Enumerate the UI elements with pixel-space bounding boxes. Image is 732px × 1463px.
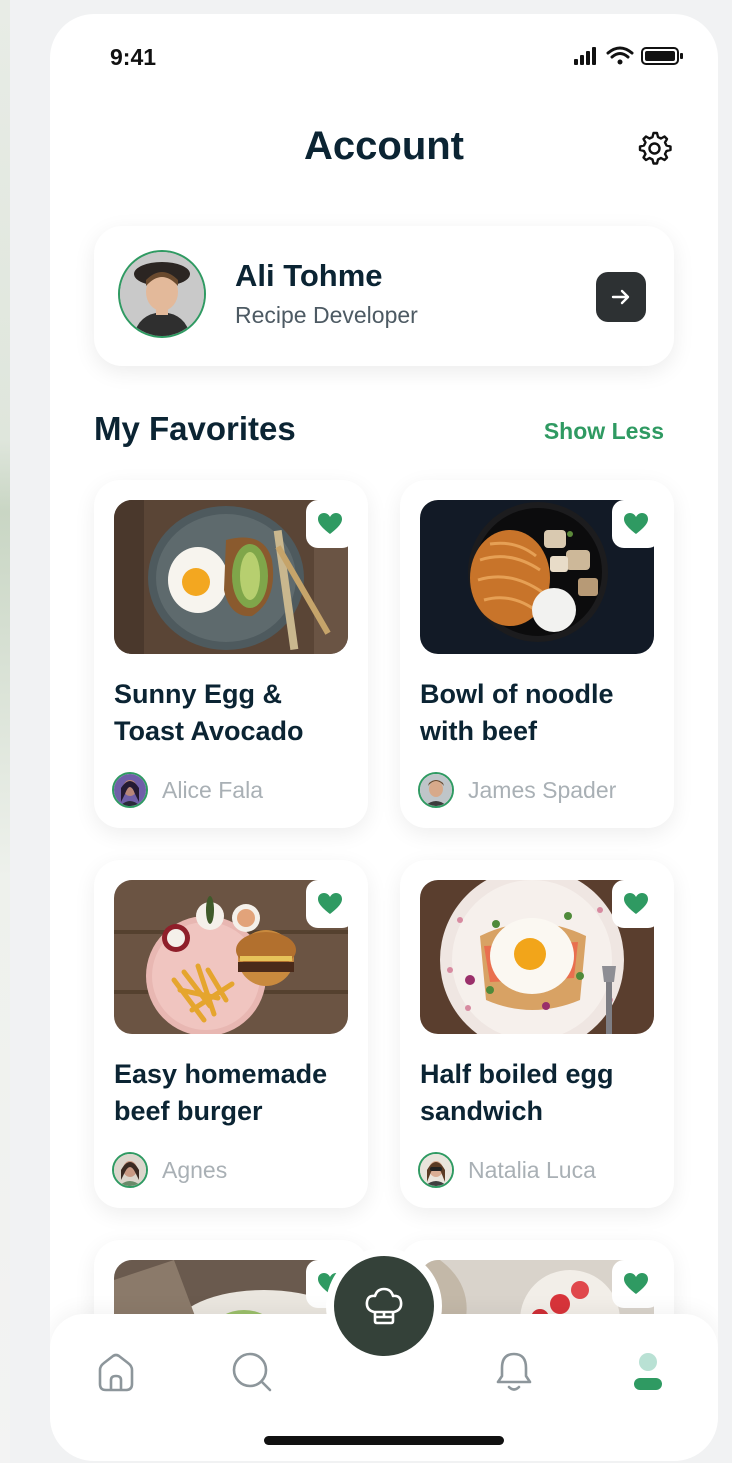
profile-card[interactable]: Ali Tohme Recipe Developer: [94, 226, 674, 366]
recipe-card[interactable]: Easy homemade beef burger Agnes: [94, 860, 368, 1208]
settings-button[interactable]: [634, 128, 674, 168]
heart-icon: [318, 893, 342, 914]
gear-icon: [638, 131, 672, 165]
profile-icon: [634, 1353, 662, 1390]
create-recipe-button[interactable]: [326, 1248, 442, 1364]
recipe-card[interactable]: Sunny Egg & Toast Avocado Alice Fala: [94, 480, 368, 828]
author[interactable]: Natalia Luca: [418, 1150, 596, 1190]
chef-hat-icon: [365, 1287, 403, 1325]
author-avatar: [418, 772, 454, 808]
nav-profile[interactable]: [626, 1350, 670, 1394]
battery-icon: [641, 47, 683, 65]
favorite-button[interactable]: [306, 880, 354, 928]
page-title: Account: [304, 124, 464, 168]
author[interactable]: Alice Fala: [112, 770, 263, 810]
favorite-button[interactable]: [612, 500, 660, 548]
status-time: 9:41: [110, 44, 157, 70]
profile-name: Ali Tohme: [235, 258, 383, 293]
author-name: Alice Fala: [162, 776, 263, 803]
favorite-button[interactable]: [612, 880, 660, 928]
author[interactable]: Agnes: [112, 1150, 227, 1190]
heart-icon: [624, 1273, 648, 1294]
recipe-title: Sunny Egg & Toast Avocado: [114, 679, 304, 746]
author-avatar: [418, 1152, 454, 1188]
recipe-card[interactable]: Half boiled egg sandwich Natalia Luca: [400, 860, 674, 1208]
author-name: Natalia Luca: [468, 1156, 596, 1183]
home-indicator: [264, 1436, 504, 1445]
heart-icon: [318, 513, 342, 534]
recipe-title: Bowl of noodle with beef: [420, 679, 614, 746]
status-icons: [574, 46, 683, 65]
profile-role: Recipe Developer: [235, 302, 418, 328]
nav-home[interactable]: [94, 1350, 138, 1394]
recipe-card[interactable]: Bowl of noodle with beef James Spader: [400, 480, 674, 828]
recipe-title: Easy homemade beef burger: [114, 1059, 328, 1126]
bell-icon: [496, 1352, 532, 1391]
section-title: My Favorites: [94, 410, 296, 447]
phone-screen: 9:41 Account Ali Tohme Recipe Developer …: [50, 14, 718, 1461]
heart-icon: [624, 513, 648, 534]
heart-icon: [624, 893, 648, 914]
nav-notifications[interactable]: [492, 1350, 536, 1394]
author-name: Agnes: [162, 1156, 228, 1183]
favorite-button[interactable]: [306, 500, 354, 548]
wifi-icon: [606, 46, 634, 65]
author-avatar: [112, 772, 148, 808]
show-less-link[interactable]: Show Less: [544, 418, 664, 445]
favorite-button[interactable]: [612, 1260, 660, 1308]
arrow-right-icon: [611, 289, 630, 305]
home-icon: [98, 1353, 134, 1392]
signal-icon: [574, 47, 596, 65]
avatar: [118, 250, 206, 338]
author-name: James Spader: [468, 776, 617, 803]
open-profile-button[interactable]: [596, 272, 646, 322]
author[interactable]: James Spader: [418, 770, 616, 810]
author-avatar: [112, 1152, 148, 1188]
search-icon: [232, 1352, 272, 1392]
nav-search[interactable]: [230, 1350, 274, 1394]
recipe-title: Half boiled egg sandwich: [420, 1059, 614, 1126]
background-photo-strip: [0, 0, 10, 1463]
